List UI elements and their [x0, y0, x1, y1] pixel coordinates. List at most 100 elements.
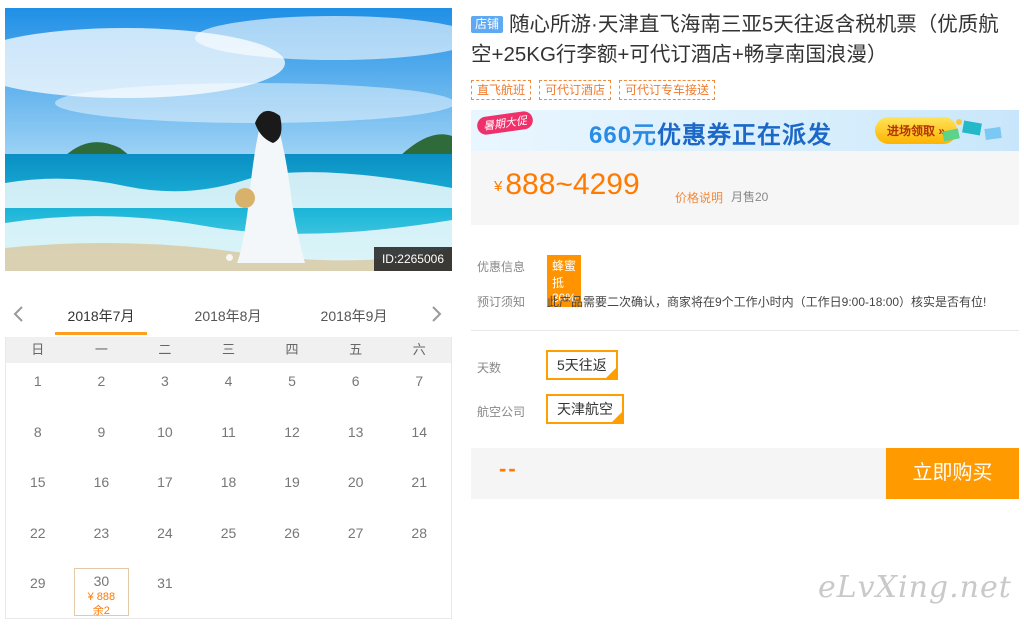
weekday-sat: 六 — [412, 342, 426, 357]
calendar-day[interactable]: 5 — [260, 363, 324, 414]
price-explain-link[interactable]: 价格说明 — [675, 189, 723, 206]
calendar-day[interactable]: 26 — [260, 515, 324, 566]
calendar-day-number: 9 — [97, 423, 106, 440]
notice-text: 此产品需要二次确认，商家将在9个工作小时内（工作日9:00-18:00）核实是否… — [547, 295, 987, 309]
tag-hotel-booking: 可代订酒店 — [539, 80, 612, 100]
calendar-day-number: 28 — [411, 524, 427, 541]
calendar-day[interactable]: 24 — [133, 515, 197, 566]
calendar-day-number: 29 — [29, 575, 46, 591]
beach-photo-image — [5, 8, 452, 271]
active-month-underline — [55, 332, 147, 335]
calendar-day[interactable]: 20 — [324, 464, 388, 515]
calendar-day-stock: 余2 — [92, 605, 110, 617]
promo-headline: 660元优惠券正在派发 — [589, 115, 832, 150]
days-option-5-day[interactable]: 5天往返 — [546, 350, 618, 380]
calendar-day-number: 12 — [284, 423, 300, 440]
calendar-day-number: 1 — [33, 373, 42, 389]
tag-direct-flight: 直飞航班 — [471, 80, 532, 100]
calendar-day-available[interactable]: 30 ¥ 888 余2 — [73, 568, 130, 617]
next-month-arrow-icon[interactable] — [426, 304, 446, 324]
calendar-day-number: 21 — [411, 474, 427, 490]
calendar-day-number: 18 — [220, 474, 237, 490]
calendar-day[interactable]: 6 — [324, 363, 388, 414]
calendar-day[interactable]: 25 — [197, 515, 261, 566]
calendar-day-number: 24 — [157, 524, 173, 541]
calendar-day-number: 17 — [157, 474, 173, 490]
month-tab-august[interactable]: 2018年8月 — [182, 306, 274, 326]
calendar-day-number: 16 — [93, 474, 110, 490]
shop-badge[interactable]: 店铺 — [471, 16, 504, 33]
calendar-day-number: 15 — [29, 474, 46, 490]
weekday-fri: 五 — [349, 342, 363, 357]
calendar-day[interactable]: 10 — [133, 414, 197, 465]
calendar-day[interactable]: 9 — [70, 414, 134, 465]
coupon-promo-banner[interactable]: 暑期大促 660元优惠券正在派发 进场领取 » — [471, 110, 1019, 151]
carousel-dot[interactable] — [225, 254, 233, 261]
price-range-value: 888~4299 — [505, 168, 640, 201]
calendar-day-number: 26 — [284, 524, 300, 541]
month-navigation: 2018年7月 2018年8月 2018年9月 — [5, 296, 452, 336]
calendar-day-number: 27 — [347, 524, 364, 541]
section-divider — [471, 330, 1019, 331]
month-tab-july[interactable]: 2018年7月 — [55, 306, 147, 326]
calendar-day[interactable]: 28 — [387, 515, 451, 566]
calendar-day[interactable]: 14 — [387, 414, 451, 465]
calendar-day-number: 8 — [33, 423, 42, 440]
calendar-day[interactable]: 22 — [6, 515, 70, 566]
days-label: 天数 — [477, 361, 502, 375]
weekday-mon: 一 — [94, 342, 108, 357]
notice-label: 预订须知 — [477, 295, 526, 309]
calendar-day-number: 5 — [288, 373, 296, 389]
calendar-day-number: 11 — [221, 423, 236, 440]
calendar-day[interactable]: 3 — [133, 363, 197, 414]
calendar-day[interactable]: 13 — [324, 414, 388, 465]
airline-option-tianjin[interactable]: 天津航空 — [546, 394, 624, 424]
calendar-day[interactable]: 29 — [6, 565, 70, 616]
calendar-day-number: 30 — [93, 573, 110, 589]
weekday-tue: 二 — [158, 342, 172, 357]
calendar-day-price: ¥ 888 — [87, 591, 116, 603]
calendar-day-number: 19 — [284, 474, 300, 490]
calendar-day[interactable]: 31 — [133, 565, 197, 616]
buy-now-button[interactable]: 立即购买 — [886, 448, 1019, 499]
calendar-day[interactable]: 23 — [70, 515, 134, 566]
airline-label: 航空公司 — [477, 405, 526, 419]
promo-amount: 660元 — [589, 122, 658, 149]
calendar-day[interactable]: 19 — [260, 464, 324, 515]
calendar-day-number: 6 — [351, 373, 360, 389]
calendar-day[interactable]: 7 — [387, 363, 451, 414]
calendar-day[interactable]: 4 — [197, 363, 261, 414]
image-id-label: ID:2265006 — [373, 247, 452, 271]
calendar-day[interactable]: 2 — [70, 363, 134, 414]
calendar-day[interactable]: 21 — [387, 464, 451, 515]
summer-sale-flag: 暑期大促 — [476, 110, 534, 136]
calendar-day[interactable]: 11 — [197, 414, 261, 465]
calendar-day-number: 10 — [157, 423, 173, 440]
calendar-day-number: 13 — [347, 423, 364, 440]
prev-month-arrow-icon[interactable] — [9, 304, 29, 324]
discount-label: 优惠信息 — [477, 260, 526, 274]
promo-decoration-icon — [942, 119, 1002, 142]
calendar-day[interactable]: 15 — [6, 464, 70, 515]
feature-tags: 直飞航班 可代订酒店 可代订专车接送 — [471, 80, 716, 100]
calendar-day[interactable]: 27 — [324, 515, 388, 566]
calendar-day[interactable]: 18 — [197, 464, 261, 515]
product-title: 随心所游·天津直飞海南三亚5天往返含税机票（优质航空+25KG行李额+可代订酒店… — [471, 13, 999, 66]
calendar-day-number: 23 — [93, 524, 110, 541]
calendar-day-number: 2 — [97, 373, 106, 389]
calendar-day[interactable]: 16 — [70, 464, 134, 515]
calendar-day[interactable]: 12 — [260, 414, 324, 465]
total-price: -- — [499, 456, 518, 481]
site-watermark: eLvXing.net — [818, 570, 1012, 605]
weekday-thu: 四 — [285, 342, 299, 357]
calendar-day[interactable]: 17 — [133, 464, 197, 515]
tag-car-transfer: 可代订专车接送 — [619, 80, 716, 100]
month-tab-september[interactable]: 2018年9月 — [308, 306, 400, 326]
calendar-day[interactable]: 1 — [6, 363, 70, 414]
calendar-day[interactable]: 8 — [6, 414, 70, 465]
weekday-header: 日 一 二 三 四 五 六 — [6, 337, 451, 363]
calendar-day-number: 7 — [415, 373, 424, 389]
calendar-day-number: 4 — [224, 373, 233, 389]
weekday-sun: 日 — [31, 342, 45, 357]
product-photo[interactable]: ID:2265006 — [5, 8, 452, 271]
